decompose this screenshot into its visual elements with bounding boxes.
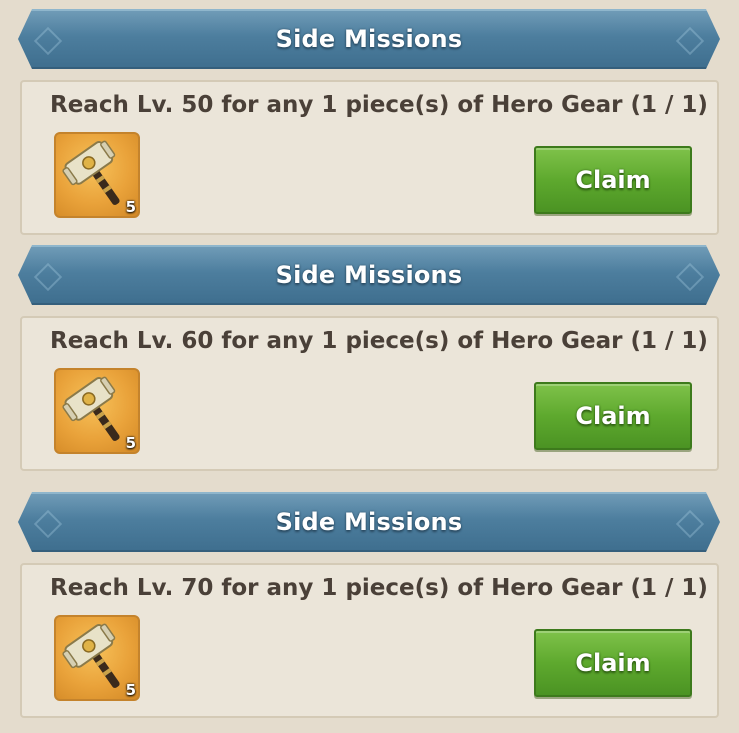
side-missions-banner: Side Missions [18, 9, 720, 69]
banner-ornament-right [676, 27, 704, 55]
claim-button[interactable]: Claim [534, 146, 692, 214]
item-count-badge: 5 [125, 681, 136, 699]
hammer-icon[interactable]: 5 [54, 132, 140, 218]
mission-description: Reach Lv. 70 for any 1 piece(s) of Hero … [50, 575, 708, 601]
banner-ornament-left [34, 510, 62, 538]
claim-button-label: Claim [575, 402, 651, 430]
claim-button-label: Claim [575, 166, 651, 194]
banner-title: Side Missions [275, 261, 463, 289]
item-count-badge: 5 [125, 198, 136, 216]
banner-ornament-right [676, 510, 704, 538]
mission-description: Reach Lv. 50 for any 1 piece(s) of Hero … [50, 92, 708, 118]
claim-button[interactable]: Claim [534, 629, 692, 697]
side-missions-banner: Side Missions [18, 245, 720, 305]
banner-title: Side Missions [275, 508, 463, 536]
mission-description: Reach Lv. 60 for any 1 piece(s) of Hero … [50, 328, 708, 354]
banner-title: Side Missions [275, 25, 463, 53]
item-count-badge: 5 [125, 434, 136, 452]
banner-ornament-left [34, 263, 62, 291]
claim-button[interactable]: Claim [534, 382, 692, 450]
side-missions-banner: Side Missions [18, 492, 720, 552]
hammer-icon[interactable]: 5 [54, 615, 140, 701]
claim-button-label: Claim [575, 649, 651, 677]
banner-ornament-right [676, 263, 704, 291]
mission-card: Reach Lv. 50 for any 1 piece(s) of Hero … [20, 80, 719, 235]
banner-ornament-left [34, 27, 62, 55]
hammer-icon[interactable]: 5 [54, 368, 140, 454]
mission-card: Reach Lv. 70 for any 1 piece(s) of Hero … [20, 563, 719, 718]
mission-card: Reach Lv. 60 for any 1 piece(s) of Hero … [20, 316, 719, 471]
